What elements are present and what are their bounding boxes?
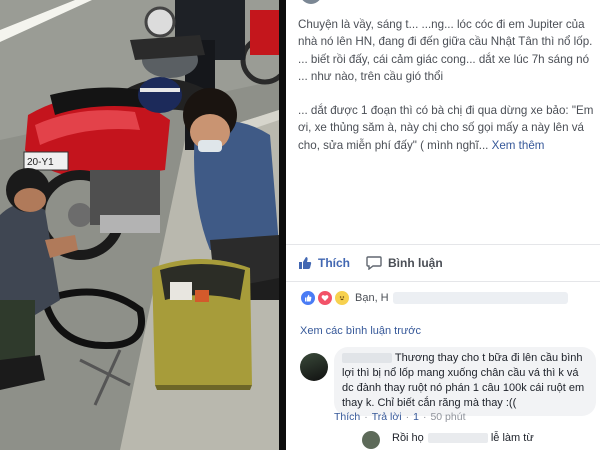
- post-paragraph-2-text: ... dắt được 1 đoạn thì có bà chị đi qua…: [298, 104, 594, 152]
- panel-divider: [279, 0, 286, 450]
- view-previous-comments-link[interactable]: Xem các bình luận trước: [300, 325, 421, 337]
- facebook-post-panel: Chuyện là vầy, sáng t... ...ng... lóc có…: [286, 0, 600, 450]
- like-button[interactable]: Thích: [298, 253, 350, 273]
- reactions-summary[interactable]: Bạn, H: [300, 290, 568, 306]
- like-reaction-icon: [300, 290, 316, 306]
- reply-blurred: [427, 433, 488, 444]
- license-plate-text: 20-Y1: [27, 157, 54, 168]
- comment-label: Bình luận: [388, 256, 443, 270]
- like-label: Thích: [318, 256, 350, 270]
- thumbs-up-icon: [299, 257, 312, 269]
- reply-text-end: lễ làm từ: [490, 432, 534, 444]
- post-body: Chuyện là vầy, sáng t... ...ng... lóc có…: [298, 16, 594, 154]
- comment-reply-link[interactable]: Trả lời: [372, 411, 402, 423]
- reply-text-start: Rồi họ: [392, 432, 424, 444]
- comment-like-link[interactable]: Thích: [334, 411, 360, 423]
- love-reaction-icon: [317, 290, 333, 306]
- comment-bubble-icon: [366, 256, 382, 270]
- blurred-names: [392, 292, 568, 304]
- haha-reaction-icon: [334, 290, 350, 306]
- reply-avatar[interactable]: [362, 431, 380, 449]
- post-paragraph-2: ... dắt được 1 đoạn thì có bà chị đi qua…: [298, 102, 594, 154]
- comment-meta: Thích · Trả lời · 1 · 50 phút: [334, 411, 466, 423]
- see-more-link[interactable]: Xem thêm: [492, 139, 545, 152]
- comment-bubble: Thương thay cho t bữa đi lên cầu bình lợ…: [334, 347, 596, 416]
- comment-like-count: 1: [413, 411, 419, 423]
- author-avatar[interactable]: [300, 0, 322, 4]
- comment-timestamp[interactable]: 50 phút: [430, 411, 465, 423]
- post-action-bar: Thích Bình luận: [286, 244, 600, 282]
- post-photo[interactable]: 20-Y1: [0, 0, 279, 450]
- reply-preview: Rồi họ lễ làm từ: [392, 432, 534, 444]
- post-paragraph-1: Chuyện là vầy, sáng t... ...ng... lóc có…: [298, 18, 593, 83]
- reaction-names: Bạn, H: [355, 292, 389, 304]
- roadside-repair-photo: 20-Y1: [0, 0, 279, 450]
- commenter-name-blurred[interactable]: [342, 353, 392, 364]
- comment-button[interactable]: Bình luận: [366, 253, 443, 273]
- commenter-avatar[interactable]: [300, 353, 328, 381]
